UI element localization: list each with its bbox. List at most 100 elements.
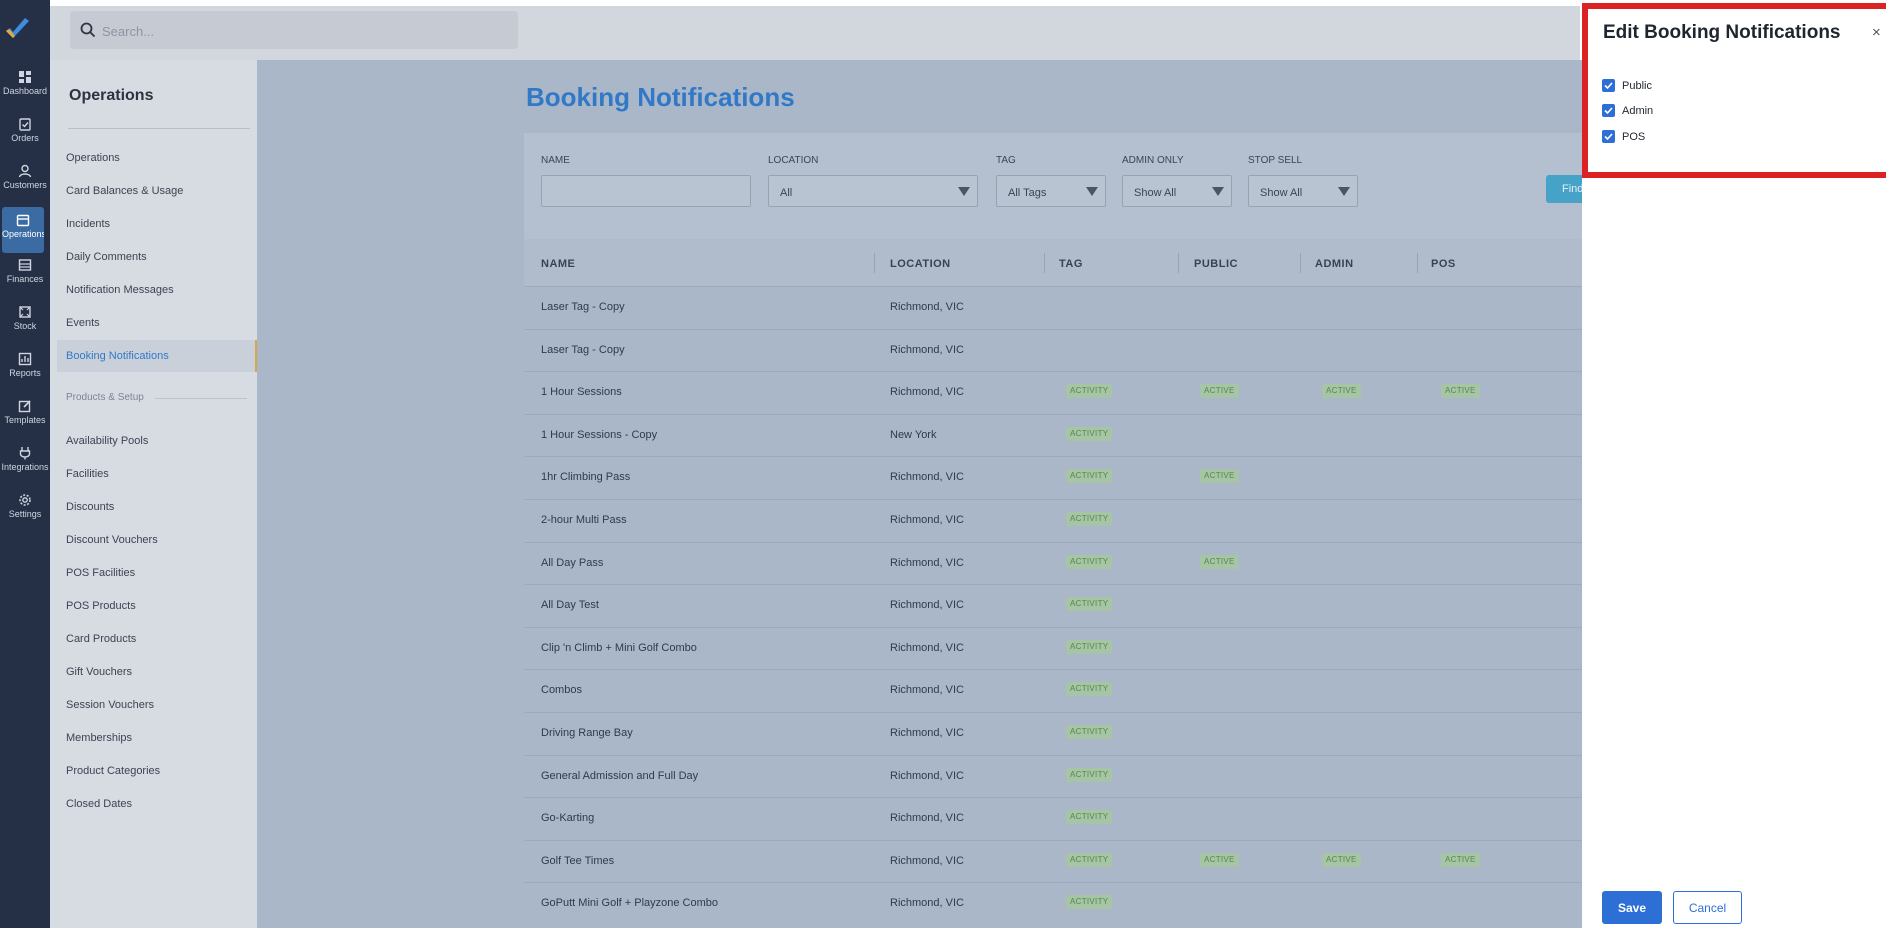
rail-item-stock[interactable]: Stock (0, 303, 50, 349)
subnav-item-pos-facilities[interactable]: POS Facilities (66, 567, 135, 579)
table-row[interactable]: Combos Richmond, VIC ACTIVITY (524, 669, 1584, 712)
cell-name: General Admission and Full Day (541, 769, 699, 782)
column-header-pos[interactable]: POS (1431, 258, 1456, 270)
table-row[interactable]: GoPutt Mini Golf + Playzone Combo Richmon… (524, 882, 1584, 925)
cell-name: 1 Hour Sessions - Copy (541, 428, 658, 441)
rail-item-orders[interactable]: Orders (0, 115, 50, 161)
rail-item-reports[interactable]: Reports (0, 350, 50, 396)
subnav-item-card-balances-usage[interactable]: Card Balances & Usage (66, 185, 183, 197)
filter-tag-label: TAG (996, 155, 1016, 166)
cell-name: Clip 'n Climb + Mini Golf Combo (541, 641, 697, 654)
subnav-item-incidents[interactable]: Incidents (66, 218, 110, 230)
cell-location: Richmond, VIC (890, 599, 964, 612)
tag-select[interactable]: All Tags (996, 175, 1106, 207)
panel-title: Edit Booking Notifications (1603, 22, 1841, 43)
cell-name: All Day Test (541, 599, 599, 612)
close-icon[interactable]: × (1872, 24, 1881, 41)
rail-item-label: Reports (9, 368, 41, 378)
table-row[interactable]: Go-Karting Richmond, VIC ACTIVITY (524, 797, 1584, 840)
subnav-item-operations[interactable]: Operations (66, 152, 120, 164)
checkbox-pos[interactable] (1602, 130, 1615, 143)
cell-name: 2-hour Multi Pass (541, 514, 627, 526)
subnav-item-availability-pools[interactable]: Availability Pools (66, 435, 148, 447)
reports-icon (18, 352, 32, 366)
table-row[interactable]: General Admission and Full Day Richmond, … (524, 754, 1584, 798)
rail-item-templates[interactable]: Templates (0, 397, 50, 443)
stop-sell-select[interactable]: Show All (1248, 175, 1358, 207)
table-row[interactable]: All Day Test Richmond, VIC ACTIVITY (524, 584, 1584, 627)
subnav-item-session-vouchers[interactable]: Session Vouchers (66, 699, 154, 711)
orders-icon (19, 118, 31, 131)
table-row[interactable]: Golf Tee Times Richmond, VIC ACTIVITY ACTIV… (524, 839, 1584, 883)
cell-location: Richmond, VIC (890, 556, 964, 569)
table-row[interactable]: 1 Hour Sessions - Copy New York ACTIVITY (524, 413, 1584, 457)
table-row[interactable]: Driving Range Bay Richmond, VIC ACTIVITY (524, 712, 1584, 755)
cell-name: 1 Hour Sessions (541, 386, 622, 399)
subnav-item-product-categories[interactable]: Product Categories (66, 765, 160, 777)
rail-item-customers[interactable]: Customers (0, 162, 50, 208)
app-logo[interactable] (3, 18, 33, 44)
rail-item-finances[interactable]: Finances (0, 256, 50, 302)
edit-icon (18, 400, 31, 413)
checkbox-admin[interactable] (1602, 104, 1615, 117)
table-row[interactable]: 1 Hour Sessions Richmond, VIC ACTIVITY ACTI… (524, 371, 1584, 414)
subnav-item-events[interactable]: Events (66, 317, 100, 329)
finance-icon (18, 259, 32, 271)
admin-only-select[interactable]: Show All (1122, 175, 1232, 207)
subnav-item-pos-products[interactable]: POS Products (66, 600, 136, 612)
edit-booking-notifications-panel: Edit Booking Notifications × Public Admin… (1582, 0, 1886, 928)
filter-bar: NAME LOCATION All TAG All Tags ADMIN ONL… (524, 133, 1588, 239)
table-row[interactable]: Laser Tag - Copy Richmond, VIC (524, 286, 1584, 329)
subnav-item-closed-dates[interactable]: Closed Dates (66, 798, 132, 810)
table-row[interactable]: 2-hour Multi Pass Richmond, VIC ACTIVITY (524, 499, 1584, 542)
table-row[interactable]: Laser Tag - Copy Richmond, VIC (524, 328, 1584, 372)
cancel-button[interactable]: Cancel (1673, 891, 1742, 924)
column-divider (1178, 253, 1179, 273)
subnav-item-daily-comments[interactable]: Daily Comments (66, 251, 147, 263)
save-button[interactable]: Save (1602, 891, 1662, 924)
table-row[interactable]: All Day Pass Richmond, VIC ACTIVITY ACTIVE (524, 541, 1584, 585)
name-filter-input[interactable] (541, 175, 751, 207)
table-row[interactable]: Clip 'n Climb + Mini Golf Combo Richmond,… (524, 626, 1584, 670)
rail-item-label: Operations (2, 229, 44, 239)
section-label-products-setup: Products & Setup (66, 392, 144, 403)
subnav-item-notification-messages[interactable]: Notification Messages (66, 284, 174, 296)
cell-name: All Day Pass (541, 556, 604, 569)
chevron-down-icon (1338, 187, 1350, 196)
checkbox-public[interactable] (1602, 79, 1615, 92)
subnav-item-booking-notifications[interactable]: Booking Notifications (66, 350, 169, 362)
subnav-item-memberships[interactable]: Memberships (66, 732, 132, 744)
subnav-title: Operations (69, 87, 154, 104)
stock-icon (19, 306, 31, 318)
search-input[interactable]: Search... (70, 11, 518, 49)
column-header-location[interactable]: LOCATION (890, 258, 951, 270)
column-header-admin[interactable]: ADMIN (1315, 258, 1354, 270)
rail-item-dashboard[interactable]: Dashboard (0, 68, 50, 114)
subnav-item-gift-vouchers[interactable]: Gift Vouchers (66, 666, 132, 678)
subnav-item-discounts[interactable]: Discounts (66, 501, 114, 513)
operations-subnav: Operations Operations Card Balances & Usa… (50, 60, 257, 928)
rail-item-integrations[interactable]: Integrations (0, 444, 50, 490)
rail-item-label: Dashboard (2, 86, 48, 96)
filter-name-label: NAME (541, 155, 570, 166)
public-status-badge: ACTIVE (1200, 384, 1239, 399)
checkbox-label-public[interactable]: Public (1622, 80, 1652, 92)
subnav-item-card-products[interactable]: Card Products (66, 633, 136, 645)
rail-item-operations[interactable]: Operations (2, 207, 44, 253)
subnav-divider (68, 128, 250, 129)
location-select[interactable]: All (768, 175, 978, 207)
rail-item-settings[interactable]: Settings (0, 491, 50, 537)
column-header-tag[interactable]: TAG (1059, 258, 1083, 270)
column-header-name[interactable]: NAME (541, 258, 575, 270)
subnav-item-discount-vouchers[interactable]: Discount Vouchers (66, 534, 158, 546)
column-divider (1417, 253, 1418, 273)
page-title: Booking Notifications (526, 82, 795, 112)
table-row[interactable]: 1hr Climbing Pass Richmond, VIC ACTIVITY AC… (524, 456, 1584, 499)
cell-location: Richmond, VIC (890, 812, 964, 825)
subnav-item-facilities[interactable]: Facilities (66, 468, 109, 480)
checkbox-label-pos[interactable]: POS (1622, 131, 1645, 143)
checkbox-label-admin[interactable]: Admin (1622, 105, 1653, 117)
column-header-public[interactable]: PUBLIC (1194, 258, 1238, 270)
tag-badge: ACTIVITY (1066, 639, 1113, 654)
tag-badge: ACTIVITY (1066, 512, 1113, 526)
